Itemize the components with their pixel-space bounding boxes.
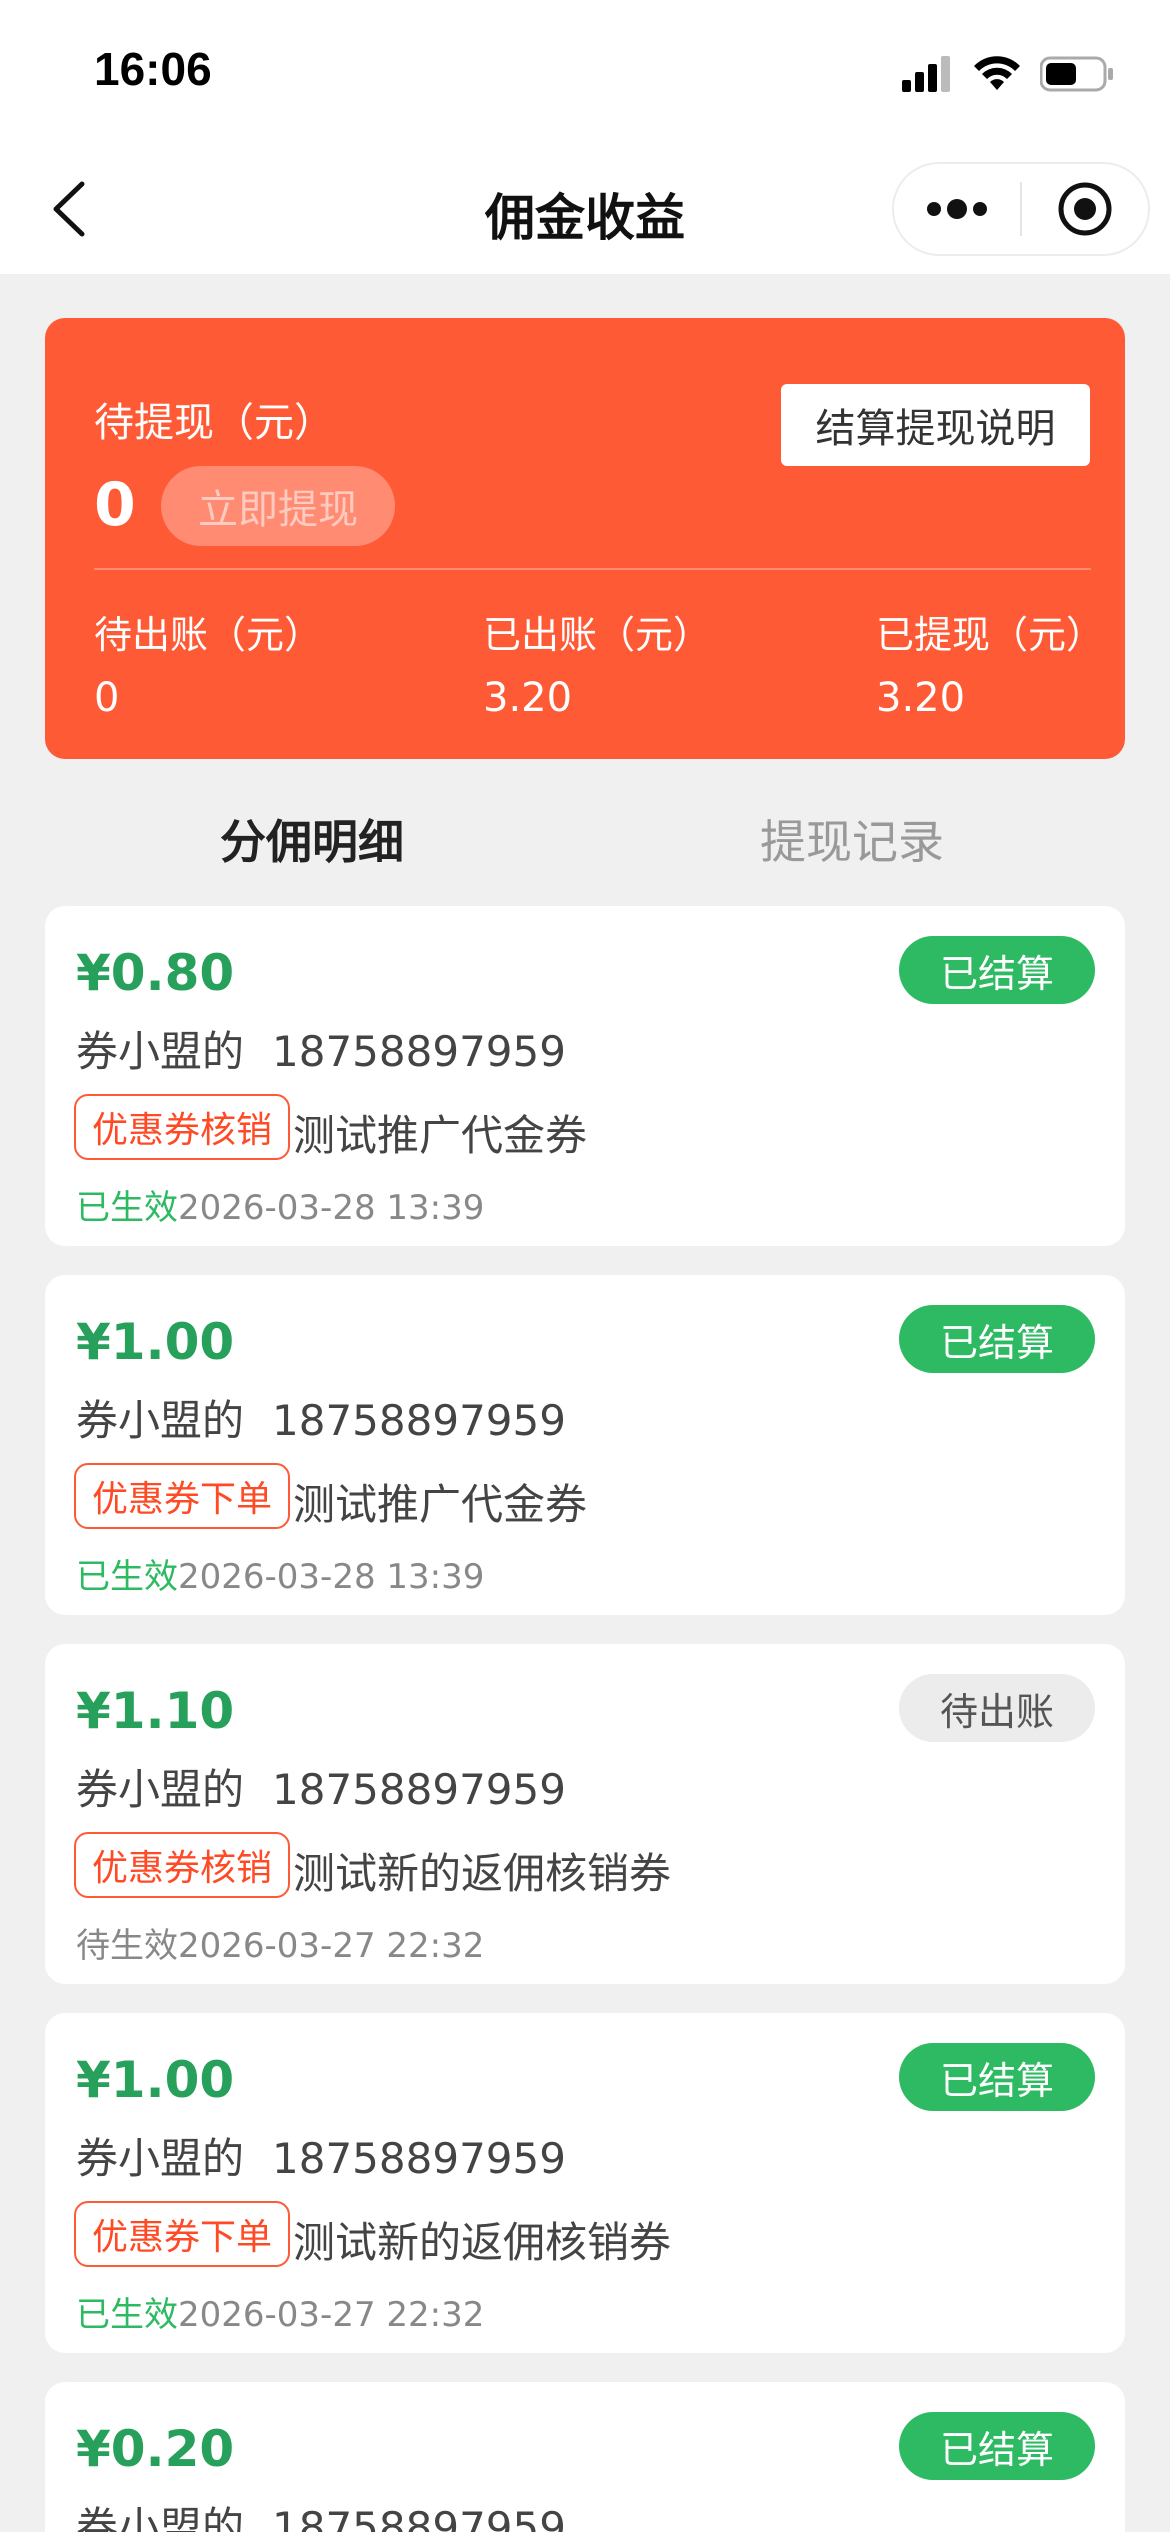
effect-status: 已生效: [76, 1557, 178, 1597]
record-time: 待生效2026-03-27 22:32: [76, 1918, 484, 1967]
withdraw-now-button[interactable]: 立即提现: [161, 466, 395, 546]
record-type-tag: 优惠券下单: [74, 1463, 291, 1529]
record-amount: ¥0.20: [76, 2420, 235, 2478]
user-name: 券小盟的: [76, 2134, 245, 2183]
stat-value: 0: [94, 675, 120, 721]
user-phone: 18758897959: [272, 1396, 566, 1445]
status-badge: 已结算: [899, 936, 1095, 1004]
signal-icon: [902, 56, 950, 92]
stat-label: 已出账（元）: [483, 613, 712, 657]
user-phone: 18758897959: [272, 2503, 566, 2532]
effect-status: 已生效: [76, 2295, 178, 2335]
mini-program-capsule: [892, 162, 1150, 256]
record-user: 券小盟的 18758897959: [76, 1756, 566, 1817]
timestamp: 2026-03-27 22:32: [178, 1926, 485, 1966]
record-amount: ¥1.00: [76, 2051, 235, 2109]
record-type-tag: 优惠券核销: [74, 1832, 291, 1898]
record-time: 已生效2026-03-28 13:39: [76, 1549, 484, 1598]
status-badge: 已结算: [899, 2043, 1095, 2111]
record-time: 已生效2026-03-28 13:39: [76, 1180, 484, 1229]
user-phone: 18758897959: [272, 1765, 566, 1814]
status-badge: 待出账: [899, 1674, 1095, 1742]
status-time: 16:06: [94, 43, 212, 95]
timestamp: 2026-03-28 13:39: [178, 1557, 485, 1597]
pending-withdraw-label: 待提现（元）: [94, 400, 334, 446]
stat-withdrawn: 已提现（元） 3.20: [876, 604, 1104, 721]
user-name: 券小盟的: [76, 1027, 245, 1076]
battery-icon: [1040, 56, 1113, 92]
close-button[interactable]: [1022, 164, 1148, 254]
timestamp: 2026-03-28 13:39: [178, 1188, 485, 1228]
status-badge: 已结算: [899, 1305, 1095, 1373]
nav-bar: 佣金收益: [0, 150, 1170, 274]
record-amount: ¥1.10: [76, 1682, 235, 1740]
user-name: 券小盟的: [76, 2503, 245, 2532]
status-bar: 16:06: [0, 0, 1170, 150]
status-badge: 已结算: [899, 2412, 1095, 2480]
record-user: 券小盟的 18758897959: [76, 2494, 566, 2532]
status-icons: [902, 52, 1114, 96]
record-type-tag: 优惠券核销: [74, 1094, 291, 1160]
stat-value: 3.20: [876, 675, 966, 721]
pending-withdraw-amount: 0: [94, 470, 136, 540]
user-name: 券小盟的: [76, 1765, 245, 1814]
card-divider: [94, 568, 1091, 570]
settlement-explain-button[interactable]: 结算提现说明: [781, 384, 1090, 466]
stat-unbilled: 待出账（元） 0: [94, 604, 322, 721]
stat-label: 已提现（元）: [876, 613, 1105, 657]
effect-status: 待生效: [76, 1926, 178, 1966]
user-phone: 18758897959: [272, 1027, 566, 1076]
record-card[interactable]: ¥1.00 已结算 券小盟的 18758897959 优惠券下单 测试新的返佣核销…: [45, 2013, 1125, 2353]
tab-withdraw-records[interactable]: 提现记录: [760, 806, 944, 872]
record-card[interactable]: ¥1.10 待出账 券小盟的 18758897959 优惠券核销 测试新的返佣核销…: [45, 1644, 1125, 1984]
effect-status: 已生效: [76, 1188, 178, 1228]
record-card[interactable]: ¥0.20 已结算 券小盟的 18758897959: [45, 2382, 1125, 2532]
coupon-name: 测试推广代金券: [293, 1480, 588, 1529]
tab-commission-detail[interactable]: 分佣明细: [220, 806, 404, 872]
user-phone: 18758897959: [272, 2134, 566, 2183]
timestamp: 2026-03-27 22:32: [178, 2295, 485, 2335]
record-amount: ¥0.80: [76, 944, 235, 1002]
balance-card: 待提现（元） 0 立即提现 结算提现说明 待出账（元） 0 已出账（元） 3.2…: [45, 318, 1125, 759]
record-time: 已生效2026-03-27 22:32: [76, 2287, 484, 2336]
coupon-name: 测试推广代金券: [293, 1111, 588, 1160]
record-user: 券小盟的 18758897959: [76, 2125, 566, 2186]
tab-bar: 分佣明细 提现记录: [0, 800, 1170, 880]
coupon-name: 测试新的返佣核销券: [293, 2218, 672, 2267]
coupon-name: 测试新的返佣核销券: [293, 1849, 672, 1898]
record-user: 券小盟的 18758897959: [76, 1018, 566, 1079]
record-card[interactable]: ¥1.00 已结算 券小盟的 18758897959 优惠券下单 测试推广代金券 …: [45, 1275, 1125, 1615]
more-button[interactable]: [894, 164, 1020, 254]
record-type-tag: 优惠券下单: [74, 2201, 291, 2267]
record-user: 券小盟的 18758897959: [76, 1387, 566, 1448]
target-close-icon: [1058, 182, 1112, 236]
stat-label: 待出账（元）: [94, 613, 323, 657]
record-amount: ¥1.00: [76, 1313, 235, 1371]
record-card[interactable]: ¥0.80 已结算 券小盟的 18758897959 优惠券核销 测试推广代金券 …: [45, 906, 1125, 1246]
user-name: 券小盟的: [76, 1396, 245, 1445]
stat-billed: 已出账（元） 3.20: [483, 604, 711, 721]
more-dots-icon: [927, 199, 987, 219]
stat-value: 3.20: [483, 675, 573, 721]
wifi-icon: [974, 56, 1020, 90]
